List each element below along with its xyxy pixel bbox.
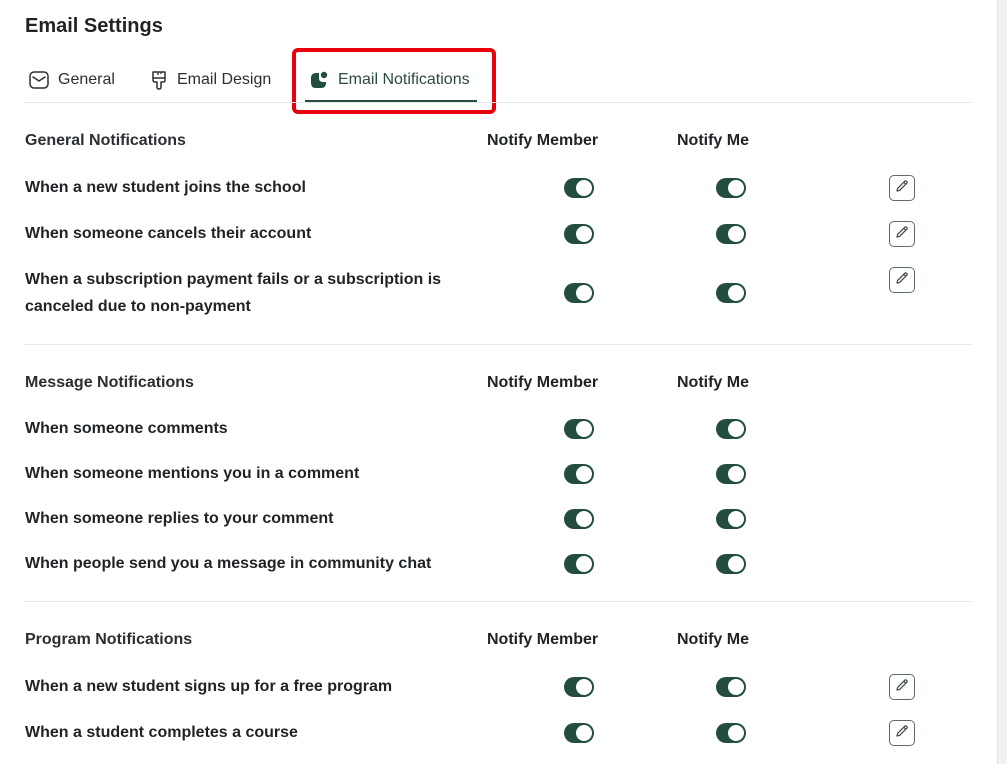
toggle-knob bbox=[728, 725, 744, 741]
tab-email-design-label: Email Design bbox=[177, 71, 272, 88]
toggle-knob bbox=[728, 180, 744, 196]
envelope-icon bbox=[29, 71, 49, 89]
tabs-divider bbox=[25, 102, 972, 103]
notify-me-toggle[interactable] bbox=[716, 509, 746, 529]
toggle-knob bbox=[576, 511, 592, 527]
tab-general[interactable]: General bbox=[29, 66, 115, 94]
notify-member-toggle[interactable] bbox=[564, 283, 594, 303]
column-header-notify-me: Notify Me bbox=[677, 631, 749, 648]
row-label: When a subscription payment fails or a s… bbox=[25, 271, 442, 315]
row-label: When someone cancels their account bbox=[25, 225, 312, 242]
tab-email-notifications[interactable]: Email Notifications bbox=[309, 66, 470, 94]
edit-button[interactable] bbox=[889, 720, 915, 746]
toggle-knob bbox=[576, 725, 592, 741]
pencil-icon bbox=[895, 225, 909, 244]
notify-me-toggle[interactable] bbox=[716, 723, 746, 743]
section-title-message: Message Notifications bbox=[25, 374, 194, 391]
notify-member-toggle[interactable] bbox=[564, 464, 594, 484]
section-divider bbox=[25, 601, 972, 602]
toggle-knob bbox=[576, 466, 592, 482]
toggle-knob bbox=[576, 180, 592, 196]
toggle-knob bbox=[728, 466, 744, 482]
tab-email-design[interactable]: Email Design bbox=[150, 66, 271, 94]
toggle-knob bbox=[576, 679, 592, 695]
edit-button[interactable] bbox=[889, 674, 915, 700]
toggle-knob bbox=[728, 226, 744, 242]
row-label: When people send you a message in commun… bbox=[25, 555, 432, 572]
section-title-general: General Notifications bbox=[25, 132, 186, 149]
page-title: Email Settings bbox=[25, 15, 163, 37]
toggle-knob bbox=[728, 556, 744, 572]
toggle-knob bbox=[728, 421, 744, 437]
pencil-icon bbox=[895, 271, 909, 290]
scrollbar[interactable] bbox=[997, 0, 1007, 764]
notify-me-toggle[interactable] bbox=[716, 178, 746, 198]
edit-button[interactable] bbox=[889, 175, 915, 201]
notify-member-toggle[interactable] bbox=[564, 178, 594, 198]
notify-me-toggle[interactable] bbox=[716, 224, 746, 244]
edit-button[interactable] bbox=[889, 221, 915, 247]
toggle-knob bbox=[728, 511, 744, 527]
column-header-notify-me: Notify Me bbox=[677, 374, 749, 391]
row-label: When a new student joins the school bbox=[25, 179, 306, 196]
notify-me-toggle[interactable] bbox=[716, 554, 746, 574]
brush-icon bbox=[150, 70, 168, 90]
notify-member-toggle[interactable] bbox=[564, 554, 594, 574]
section-divider bbox=[25, 344, 972, 345]
row-label: When a new student signs up for a free p… bbox=[25, 678, 393, 695]
notify-me-toggle[interactable] bbox=[716, 283, 746, 303]
pencil-icon bbox=[895, 678, 909, 697]
toggle-knob bbox=[576, 226, 592, 242]
row-label: When someone mentions you in a comment bbox=[25, 465, 360, 482]
row-label: When a student completes a course bbox=[25, 724, 298, 741]
toggle-knob bbox=[728, 285, 744, 301]
row-label: When someone replies to your comment bbox=[25, 510, 334, 527]
edit-button[interactable] bbox=[889, 267, 915, 293]
tab-email-notifications-label: Email Notifications bbox=[338, 71, 470, 88]
notify-me-toggle[interactable] bbox=[716, 419, 746, 439]
column-header-notify-me: Notify Me bbox=[677, 132, 749, 149]
column-header-notify-member: Notify Member bbox=[487, 631, 599, 648]
section-title-program: Program Notifications bbox=[25, 631, 193, 648]
toggle-knob bbox=[576, 556, 592, 572]
notify-member-toggle[interactable] bbox=[564, 224, 594, 244]
notify-member-toggle[interactable] bbox=[564, 419, 594, 439]
tab-general-label: General bbox=[58, 71, 115, 88]
notify-member-toggle[interactable] bbox=[564, 509, 594, 529]
toggle-knob bbox=[576, 285, 592, 301]
pencil-icon bbox=[895, 179, 909, 198]
notify-me-toggle[interactable] bbox=[716, 464, 746, 484]
notify-member-toggle[interactable] bbox=[564, 723, 594, 743]
notify-me-toggle[interactable] bbox=[716, 677, 746, 697]
toggle-knob bbox=[728, 679, 744, 695]
column-header-notify-member: Notify Member bbox=[487, 374, 599, 391]
pencil-icon bbox=[895, 724, 909, 743]
notification-badge-icon bbox=[309, 70, 329, 90]
column-header-notify-member: Notify Member bbox=[487, 132, 599, 149]
toggle-knob bbox=[576, 421, 592, 437]
notify-member-toggle[interactable] bbox=[564, 677, 594, 697]
row-label: When someone comments bbox=[25, 420, 228, 437]
